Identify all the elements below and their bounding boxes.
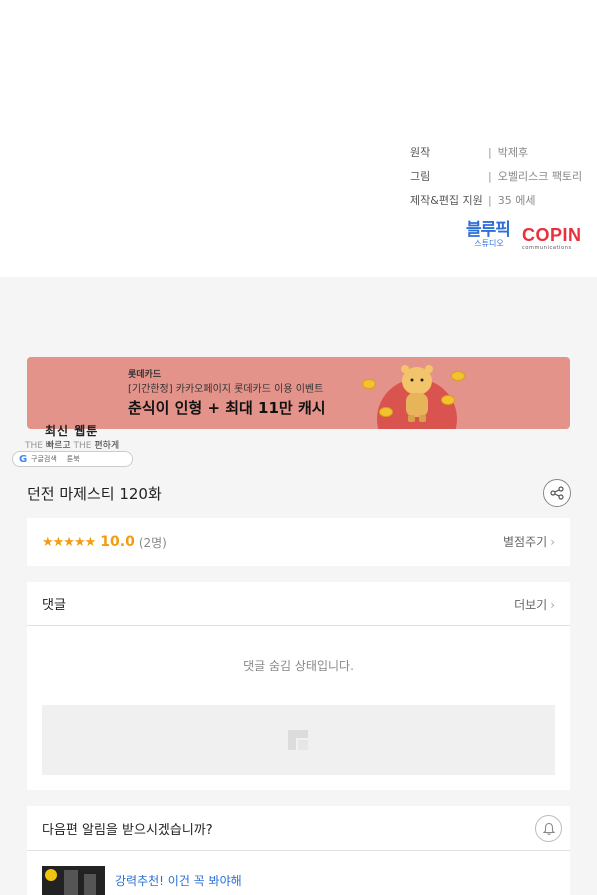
credit-separator: | <box>488 193 492 207</box>
thumbnail-figure <box>64 870 78 895</box>
top-credits-area: 원작 | 박제후 그림 | 오벨리스크 팩토리 제작&편집 지원 | 35 에세… <box>0 0 597 277</box>
bluepick-logo-main: 블루픽 <box>466 220 511 240</box>
more-label: 더보기 <box>514 598 548 612</box>
comment-title: 댓글 <box>42 598 66 613</box>
rating-count: (2명) <box>138 535 167 550</box>
share-button[interactable] <box>543 479 571 507</box>
copin-logo-sub: communications <box>522 245 572 251</box>
coin-decoration <box>441 395 455 405</box>
comment-header: 댓글 <box>27 582 570 626</box>
credit-row-art: 그림 | 오벨리스크 팩토리 <box>410 164 582 188</box>
image-placeholder-icon <box>288 730 308 750</box>
comment-card: 댓글 더보기 › 댓글 숨김 상태입니다. <box>27 582 570 790</box>
event-banner[interactable]: 롯데카드 [기간한정] 카카오페이지 롯데카드 이용 이벤트 춘식이 인형 + … <box>27 357 570 429</box>
chevron-right-icon: › <box>550 598 555 612</box>
credits-list: 원작 | 박제후 그림 | 오벨리스크 팩토리 제작&편집 지원 | 35 에세 <box>410 140 582 212</box>
bluepick-logo-sub: 스튜디오 <box>474 239 504 248</box>
notify-bell-button[interactable] <box>535 815 562 842</box>
tagline-the: THE <box>25 441 43 451</box>
rate-button-label: 별점주기 <box>503 535 548 549</box>
credit-row-original: 원작 | 박제후 <box>410 140 582 164</box>
notify-card: 다음편 알림을 받으시겠습니까? 강력추천! 이건 꼭 봐야해 <box>27 806 570 895</box>
tagline-easy: 편하게 <box>94 441 120 451</box>
credit-separator: | <box>488 169 492 183</box>
coin-decoration <box>379 407 393 417</box>
comments-hidden-message: 댓글 숨김 상태입니다. <box>243 659 354 673</box>
chevron-right-icon: › <box>550 535 555 549</box>
rating-score: 10.0 <box>100 534 135 550</box>
recommend-thumbnail <box>42 866 105 895</box>
credit-key: 그림 <box>410 170 431 183</box>
badge-title: 최신 웹툰 <box>45 424 99 438</box>
bell-icon <box>542 822 555 835</box>
google-search-label: 구글검색 <box>31 455 57 463</box>
badge-search-pill[interactable]: G 구글검색 툰북 <box>12 451 133 467</box>
banner-headline: 춘식이 인형 + 최대 11만 캐시 <box>128 399 326 417</box>
credit-row-production: 제작&편집 지원 | 35 에세 <box>410 188 582 212</box>
toonbook-label: 툰북 <box>66 455 80 463</box>
tagline-the: THE <box>73 441 92 451</box>
rating-card: ★★★★★ 10.0 (2명) 별점주기 › <box>27 518 570 566</box>
coin-decoration <box>451 371 465 381</box>
banner-brand: 롯데카드 <box>128 370 162 380</box>
clock-icon <box>45 869 57 881</box>
notify-question: 다음편 알림을 받으시겠습니까? <box>42 822 213 838</box>
recommend-item[interactable]: 강력추천! 이건 꼭 봐야해 <box>42 866 242 895</box>
comment-ad-placeholder <box>42 705 555 775</box>
credit-separator: | <box>488 145 492 159</box>
recommend-title: 강력추천! 이건 꼭 봐야해 <box>115 874 242 888</box>
character-illustration <box>401 365 433 422</box>
comments-more-button[interactable]: 더보기 › <box>514 596 555 613</box>
banner-subtitle: [기간한정] 카카오페이지 롯데카드 이용 이벤트 <box>128 384 324 395</box>
credit-key: 원작 <box>410 146 431 159</box>
star-rating-icons: ★★★★★ <box>42 534 96 550</box>
credit-value: 35 에세 <box>497 194 536 207</box>
latest-webtoon-badge[interactable]: 최신 웹툰 THE 빠르고 THE 편하게 G 구글검색 툰북 <box>12 420 134 468</box>
credit-key: 제작&편집 지원 <box>410 194 483 207</box>
notify-header: 다음편 알림을 받으시겠습니까? <box>27 806 570 851</box>
episode-title: 던전 마제스티 120화 <box>27 485 162 503</box>
rate-button[interactable]: 별점주기 › <box>503 533 555 550</box>
share-icon <box>550 486 564 500</box>
tagline-fast: 빠르고 <box>45 441 71 451</box>
google-icon: G <box>19 454 28 465</box>
badge-tagline: THE 빠르고 THE 편하게 <box>25 438 119 451</box>
credit-value: 박제후 <box>497 146 529 159</box>
thumbnail-figure <box>84 874 96 895</box>
coin-decoration <box>362 379 376 389</box>
bluepick-studio-logo: 블루픽 스튜디오 <box>466 221 512 255</box>
copin-logo: COPIN communications <box>522 225 586 253</box>
credit-value: 오벨리스크 팩토리 <box>497 170 583 183</box>
copin-logo-main: COPIN <box>522 225 582 245</box>
